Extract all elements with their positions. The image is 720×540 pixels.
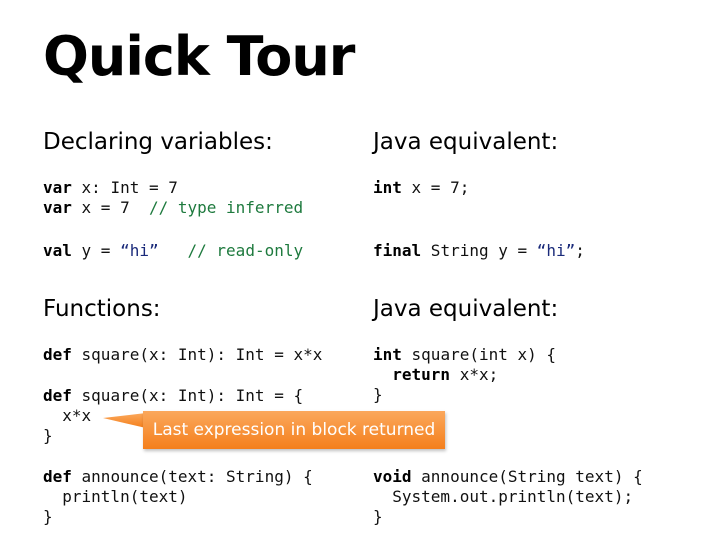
- callout-pointer: [103, 413, 146, 428]
- callout-note: Last expression in block returned: [143, 411, 445, 449]
